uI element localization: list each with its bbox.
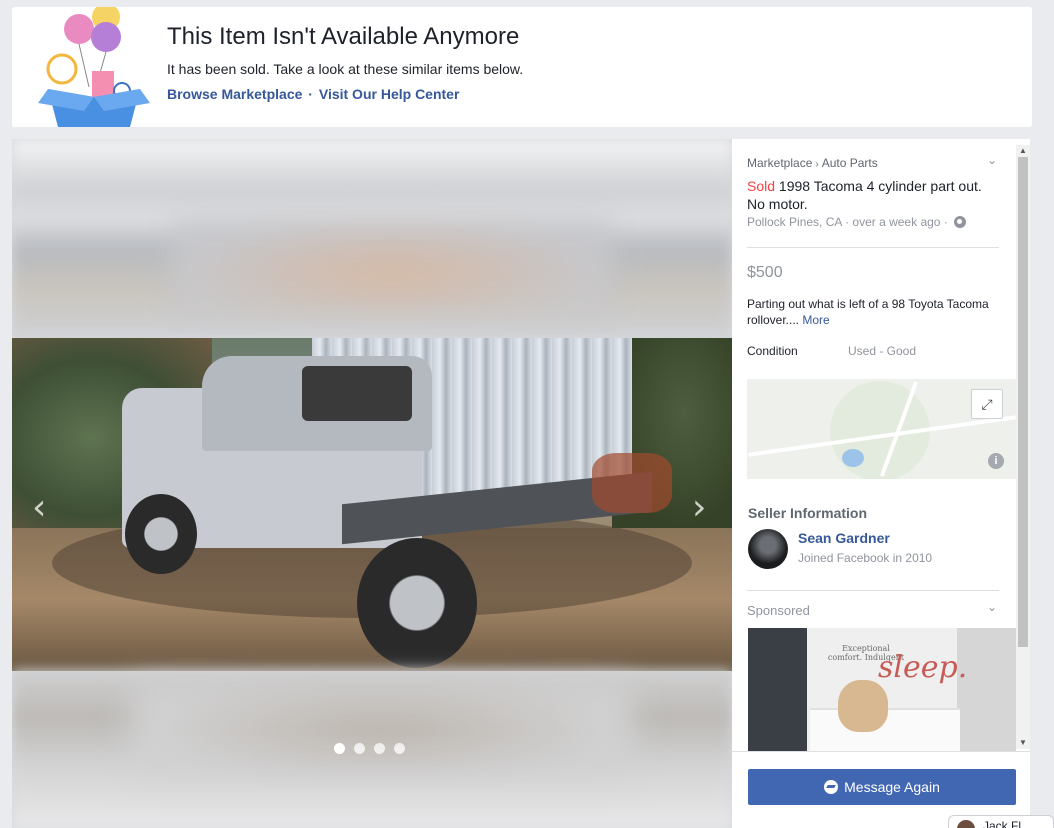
breadcrumb-marketplace[interactable]: Marketplace xyxy=(747,156,812,170)
photo-viewer: ‹ › xyxy=(12,139,732,828)
description-text: Parting out what is left of a 98 Toyota … xyxy=(747,297,989,327)
chat-tab[interactable]: Jack Fl xyxy=(948,815,1054,828)
chevron-right-icon[interactable]: › xyxy=(692,487,706,528)
photo-dot-1[interactable] xyxy=(334,743,345,754)
scroll-down-arrow-icon[interactable]: ▼ xyxy=(1016,737,1030,749)
more-link[interactable]: More xyxy=(802,313,829,327)
chevron-down-icon-2[interactable]: ⌄ xyxy=(987,600,997,614)
chevron-down-icon[interactable]: ⌄ xyxy=(987,153,997,167)
meta-separator-2: · xyxy=(943,215,948,229)
sponsored-label: Sponsored xyxy=(747,603,810,618)
divider-2 xyxy=(747,590,999,591)
link-separator: · xyxy=(308,86,313,102)
ad-dog xyxy=(838,680,888,732)
location-map[interactable]: ⤢ i xyxy=(747,379,1016,479)
scroll-up-arrow-icon[interactable]: ▲ xyxy=(1016,145,1030,157)
photo-pagination xyxy=(334,743,405,754)
seller-joined-text: Joined Facebook in 2010 xyxy=(798,551,933,565)
ad-headline: sleep. xyxy=(878,650,968,685)
help-center-link[interactable]: Visit Our Help Center xyxy=(319,86,460,102)
blurred-backdrop-bottom-accent xyxy=(132,684,632,774)
posted-time: over a week ago xyxy=(852,215,941,229)
photo-dot-4[interactable] xyxy=(394,743,405,754)
map-lake xyxy=(842,449,864,467)
chat-name: Jack Fl xyxy=(983,819,1022,828)
condition-value: Used - Good xyxy=(848,344,917,358)
blurred-backdrop-top-accent xyxy=(172,219,612,309)
banner-links: Browse Marketplace · Visit Our Help Cent… xyxy=(167,86,459,102)
globe-icon xyxy=(954,216,967,228)
photo-dirt-bike xyxy=(592,453,672,513)
browse-marketplace-link[interactable]: Browse Marketplace xyxy=(167,86,302,102)
details-scroll-area: Marketplace › Auto Parts ⌄ Sold 1998 Tacom… xyxy=(732,139,1016,751)
expand-map-icon[interactable]: ⤢ xyxy=(971,389,1003,419)
location-text: Pollock Pines, CA xyxy=(747,215,842,229)
breadcrumb-chevron-icon: › xyxy=(815,159,819,170)
listing-title-text: 1998 Tacoma 4 cylinder part out. No moto… xyxy=(747,178,982,212)
scroll-thumb[interactable] xyxy=(1018,157,1028,647)
meta-separator: · xyxy=(845,215,850,229)
listing-description: Parting out what is left of a 98 Toyota … xyxy=(747,296,1002,328)
info-icon[interactable]: i xyxy=(988,453,1004,469)
listing-card: ‹ › Marketplace › Auto Parts ⌄ Sold 1998 T… xyxy=(12,139,1030,828)
sponsored-ad-image[interactable]: Exceptional comfort. Indulgent sleep. xyxy=(748,628,1016,751)
listing-photo[interactable] xyxy=(12,338,732,671)
seller-name-link[interactable]: Sean Gardner xyxy=(798,530,890,546)
photo-dot-3[interactable] xyxy=(374,743,385,754)
listing-title: Sold 1998 Tacoma 4 cylinder part out. No… xyxy=(747,177,997,213)
banner-subtitle: It has been sold. Take a look at these s… xyxy=(167,61,524,77)
chevron-left-icon[interactable]: ‹ xyxy=(32,487,46,528)
message-again-button[interactable]: Message Again xyxy=(748,769,1016,805)
message-again-label: Message Again xyxy=(844,779,940,795)
breadcrumb-auto-parts[interactable]: Auto Parts xyxy=(822,156,878,170)
gift-box-balloons-icon xyxy=(38,7,150,127)
details-scrollbar[interactable]: ▲ ▼ xyxy=(1016,145,1030,749)
unavailable-banner: This Item Isn't Available Anymore It has… xyxy=(12,7,1032,127)
photo-front-wheel xyxy=(125,494,197,574)
photo-truck-window xyxy=(302,366,412,421)
banner-title: This Item Isn't Available Anymore xyxy=(167,23,520,50)
messenger-icon xyxy=(824,780,839,794)
listing-location: Pollock Pines, CA · over a week ago · xyxy=(747,215,967,229)
condition-label: Condition xyxy=(747,344,798,358)
listing-price: $500 xyxy=(747,264,783,281)
photo-rear-wheel xyxy=(357,538,477,668)
seller-info-heading: Seller Information xyxy=(748,505,868,521)
divider xyxy=(747,247,999,248)
sold-badge: Sold xyxy=(747,178,776,194)
breadcrumb: Marketplace › Auto Parts xyxy=(747,156,878,170)
photo-dot-2[interactable] xyxy=(354,743,365,754)
seller-avatar[interactable] xyxy=(748,529,788,569)
chat-avatar xyxy=(957,820,975,828)
listing-details-panel: Marketplace › Auto Parts ⌄ Sold 1998 Tacom… xyxy=(732,139,1030,828)
